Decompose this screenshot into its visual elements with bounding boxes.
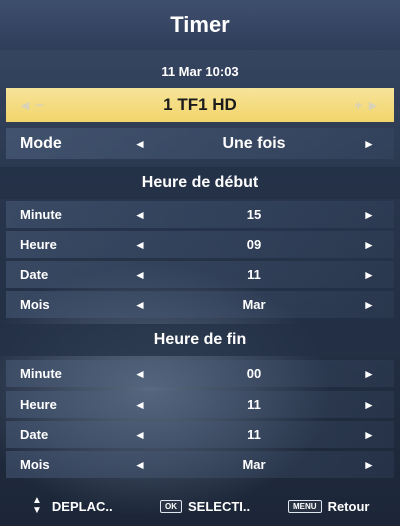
end-minute-value: 00 [246, 366, 262, 381]
end-minute-label: Minute [20, 366, 62, 381]
mode-right-arrow-icon[interactable]: ► [363, 137, 375, 151]
start-month-value: Mar [242, 297, 266, 312]
start-date-value: 11 [247, 267, 261, 282]
start-month-label: Mois [20, 297, 50, 312]
start-month-left-arrow-icon[interactable]: ◄ [134, 298, 146, 312]
start-minute-value: 15 [246, 207, 262, 222]
footer-hints: ▲ ▼ DEPLAC.. OK SELECTI.. MENU Retour [0, 486, 400, 526]
start-date-right-arrow-icon[interactable]: ► [363, 268, 375, 282]
start-minute-left-arrow-icon[interactable]: ◄ [134, 208, 146, 222]
end-minute-row[interactable]: Minute ◄ 00 ► [6, 360, 394, 387]
mode-value: Une fois [222, 134, 286, 152]
current-datetime: 11 Mar 10:03 [0, 56, 400, 86]
end-month-value: Mar [242, 457, 266, 472]
end-date-label: Date [20, 427, 49, 442]
start-date-row[interactable]: Date ◄ 11 ► [6, 261, 394, 288]
end-hour-right-arrow-icon[interactable]: ► [363, 398, 375, 412]
end-month-row[interactable]: Mois ◄ Mar ► [6, 451, 394, 478]
title-text: Timer [170, 12, 230, 37]
start-section-title: Heure de début [0, 167, 400, 199]
end-minute-right-arrow-icon[interactable]: ► [363, 367, 375, 381]
end-date-row[interactable]: Date ◄ 11 ► [6, 421, 394, 448]
channel-prev-icon[interactable]: ◄ − [18, 88, 44, 122]
end-month-left-arrow-icon[interactable]: ◄ [134, 458, 146, 472]
end-month-right-arrow-icon[interactable]: ► [363, 458, 375, 472]
datetime-text: 11 Mar 10:03 [161, 63, 239, 79]
mode-row[interactable]: Mode ◄ Une fois ► [6, 128, 394, 159]
end-minute-left-arrow-icon[interactable]: ◄ [134, 367, 146, 381]
menu-key-icon: MENU [288, 499, 322, 513]
channel-next-icon[interactable]: + ► [354, 88, 380, 122]
mode-left-arrow-icon[interactable]: ◄ [134, 137, 146, 151]
start-hour-value: 09 [246, 237, 262, 252]
end-date-right-arrow-icon[interactable]: ► [363, 428, 375, 442]
timer-screen: Timer 11 Mar 10:03 ◄ − 1 TF1 HD + ► Mode… [0, 0, 400, 526]
start-date-label: Date [20, 267, 49, 282]
start-hour-row[interactable]: Heure ◄ 09 ► [6, 231, 394, 258]
end-hour-row[interactable]: Heure ◄ 11 ► [6, 391, 394, 418]
ok-key-icon: OK [160, 499, 182, 513]
back-hint: MENU Retour [288, 486, 369, 526]
start-date-left-arrow-icon[interactable]: ◄ [134, 268, 146, 282]
page-title: Timer [0, 0, 400, 50]
end-date-left-arrow-icon[interactable]: ◄ [134, 428, 146, 442]
select-hint: OK SELECTI.. [160, 486, 250, 526]
move-label: DEPLAC.. [51, 498, 113, 514]
end-section-title: Heure de fin [0, 324, 400, 356]
end-date-value: 11 [247, 427, 261, 442]
end-hour-value: 11 [247, 397, 261, 412]
channel-name: 1 TF1 HD [163, 95, 237, 114]
start-title-text: Heure de début [141, 174, 259, 191]
end-hour-label: Heure [20, 397, 57, 412]
start-hour-right-arrow-icon[interactable]: ► [363, 238, 375, 252]
start-minute-right-arrow-icon[interactable]: ► [363, 208, 375, 222]
start-hour-left-arrow-icon[interactable]: ◄ [134, 238, 146, 252]
start-hour-label: Heure [20, 237, 57, 252]
start-month-row[interactable]: Mois ◄ Mar ► [6, 291, 394, 318]
up-down-arrows-icon: ▲ ▼ [32, 495, 42, 516]
mode-label: Mode [20, 134, 62, 152]
start-minute-row[interactable]: Minute ◄ 15 ► [6, 201, 394, 228]
end-hour-left-arrow-icon[interactable]: ◄ [134, 398, 146, 412]
channel-selector[interactable]: ◄ − 1 TF1 HD + ► [6, 88, 394, 122]
end-month-label: Mois [20, 457, 50, 472]
move-hint: ▲ ▼ DEPLAC.. [32, 486, 113, 526]
back-label: Retour [327, 498, 370, 514]
select-label: SELECTI.. [188, 498, 251, 514]
start-month-right-arrow-icon[interactable]: ► [363, 298, 375, 312]
end-title-text: Heure de fin [153, 331, 247, 348]
start-minute-label: Minute [20, 207, 62, 222]
